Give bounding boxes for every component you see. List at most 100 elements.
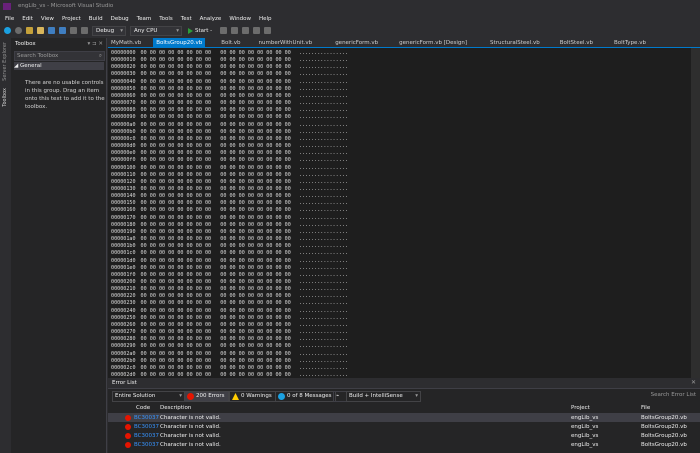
editor-vertical-scrollbar[interactable]	[691, 48, 700, 378]
hex-offset: 000000f0	[111, 157, 136, 164]
start-label: Start -	[195, 27, 213, 34]
hex-offset: 00000220	[111, 293, 136, 300]
chevron-down-icon: ▾	[179, 393, 182, 399]
toolbox-group-general[interactable]: ◢ General	[14, 62, 104, 70]
error-list-titlebar: Error List ✕	[108, 378, 700, 389]
comment-icon[interactable]	[242, 27, 250, 34]
panel-controls-icon[interactable]: ▾ ⊐ ✕	[88, 41, 103, 47]
menu-tools[interactable]: Tools	[159, 16, 173, 22]
toolbox-panel: Toolbox ▾ ⊐ ✕ Search Toolbox ⌕ ◢ General…	[11, 38, 107, 453]
error-project: engLib_vs	[571, 424, 599, 430]
configuration-dropdown[interactable]: Debug ▾	[92, 25, 126, 36]
hex-offset: 00000140	[111, 193, 136, 200]
platform-dropdown[interactable]: Any CPU ▾	[130, 25, 182, 36]
menu-file[interactable]: File	[5, 16, 14, 22]
breakpoint-icon[interactable]	[231, 27, 239, 34]
hex-bytes: 00 00 00 00 00 00 00 00 00 00 00 00 00 0…	[140, 214, 291, 221]
hex-offset: 000000c0	[111, 135, 136, 142]
hex-ascii: ................	[298, 321, 348, 328]
menu-analyze[interactable]: Analyze	[200, 16, 222, 22]
menu-bar: File Edit View Project Build Debug Team …	[0, 13, 700, 24]
column-file[interactable]: File	[641, 405, 650, 411]
column-project[interactable]: Project	[571, 405, 590, 411]
save-all-icon[interactable]	[59, 27, 66, 34]
hex-bytes: 00 00 00 00 00 00 00 00 00 00 00 00 00 0…	[140, 64, 291, 71]
hex-row: 000000e0 00 00 00 00 00 00 00 00 00 00 00…	[111, 150, 348, 157]
error-code[interactable]: BC30037	[134, 432, 159, 440]
hex-ascii: ................	[298, 243, 348, 250]
scope-dropdown[interactable]: Entire Solution ▾	[112, 391, 185, 402]
back-icon[interactable]	[4, 27, 11, 34]
warnings-filter-button[interactable]: 0 Warnings	[229, 391, 276, 402]
chevron-down-icon: ▾	[176, 27, 179, 34]
hex-row: 000000c0 00 00 00 00 00 00 00 00 00 00 00…	[111, 136, 348, 143]
close-icon[interactable]: ✕	[691, 379, 696, 386]
hex-editor[interactable]: 00000000 00 00 00 00 00 00 00 00 00 00 00…	[108, 48, 700, 378]
server-explorer-tab[interactable]: Server Explorer	[2, 42, 8, 81]
hex-offset: 00000130	[111, 185, 136, 192]
hex-ascii: ................	[298, 78, 348, 85]
hex-bytes: 00 00 00 00 00 00 00 00 00 00 00 00 00 0…	[140, 178, 291, 185]
new-project-icon[interactable]	[26, 27, 33, 34]
hex-offset: 00000180	[111, 221, 136, 228]
menu-view[interactable]: View	[41, 16, 54, 22]
column-description[interactable]: Description	[160, 405, 191, 411]
hex-ascii: ................	[298, 336, 348, 343]
error-code[interactable]: BC30037	[134, 441, 159, 449]
menu-build[interactable]: Build	[89, 16, 103, 22]
hex-offset: 000001f0	[111, 271, 136, 278]
open-folder-icon[interactable]	[37, 27, 44, 34]
error-row[interactable]: BC30037 Character is not valid. engLib_vs B…	[108, 414, 700, 422]
error-code[interactable]: BC30037	[134, 423, 159, 431]
save-icon[interactable]	[48, 27, 55, 34]
menu-team[interactable]: Team	[137, 16, 152, 22]
uncomment-icon[interactable]	[253, 27, 261, 34]
menu-edit[interactable]: Edit	[22, 16, 33, 22]
hex-ascii: ................	[298, 286, 348, 293]
menu-help[interactable]: Help	[259, 16, 272, 22]
forward-icon[interactable]	[15, 27, 22, 34]
hex-ascii: ................	[298, 85, 348, 92]
error-row[interactable]: BC30037 Character is not valid. engLib_vs B…	[108, 423, 700, 431]
attach-icon[interactable]	[220, 27, 228, 34]
hex-offset: 00000210	[111, 286, 136, 293]
toolbox-search-input[interactable]: Search Toolbox ⌕	[14, 51, 105, 61]
undo-icon[interactable]	[70, 27, 77, 34]
error-code[interactable]: BC30037	[134, 414, 159, 422]
menu-test[interactable]: Test	[181, 16, 192, 22]
error-project: engLib_vs	[571, 442, 599, 448]
hex-offset: 00000280	[111, 336, 136, 343]
hex-ascii: ................	[298, 264, 348, 271]
bookmark-icon[interactable]	[264, 27, 272, 34]
menu-debug[interactable]: Debug	[111, 16, 129, 22]
filter-icon[interactable]: ⌁	[333, 391, 347, 402]
start-button[interactable]: Start -	[188, 27, 213, 34]
hex-row: 00000020 00 00 00 00 00 00 00 00 00 00 00…	[111, 64, 348, 71]
hex-bytes: 00 00 00 00 00 00 00 00 00 00 00 00 00 0…	[140, 250, 291, 257]
redo-icon[interactable]	[81, 27, 88, 34]
menu-window[interactable]: Window	[229, 16, 251, 22]
toolbox-side-tab[interactable]: Toolbox	[2, 88, 8, 107]
hex-offset: 00000060	[111, 92, 136, 99]
error-file: BoltsGroup20.vb	[641, 442, 687, 448]
error-row[interactable]: BC30037 Character is not valid. engLib_vs B…	[108, 432, 700, 440]
hex-bytes: 00 00 00 00 00 00 00 00 00 00 00 00 00 0…	[140, 78, 291, 85]
build-filter-dropdown[interactable]: Build + IntelliSense ▾	[346, 391, 421, 402]
hex-row: 00000120 00 00 00 00 00 00 00 00 00 00 00…	[111, 179, 348, 186]
error-row[interactable]: BC30037 Character is not valid. engLib_vs B…	[108, 441, 700, 449]
error-list-search-input[interactable]: Search Error List	[628, 391, 696, 400]
error-file: BoltsGroup20.vb	[641, 424, 687, 430]
hex-offset: 00000000	[111, 50, 136, 56]
error-project: engLib_vs	[571, 433, 599, 439]
messages-filter-button[interactable]: 0 of 8 Messages	[275, 391, 336, 402]
error-icon	[187, 393, 194, 400]
hex-row: 00000010 00 00 00 00 00 00 00 00 00 00 00…	[111, 57, 348, 64]
errors-filter-button[interactable]: 200 Errors	[184, 391, 229, 402]
hex-row: 00000060 00 00 00 00 00 00 00 00 00 00 00…	[111, 93, 348, 100]
column-code[interactable]: Code	[136, 405, 150, 411]
hex-row: 00000280 00 00 00 00 00 00 00 00 00 00 00…	[111, 336, 348, 343]
error-description: Character is not valid.	[160, 415, 221, 421]
menu-project[interactable]: Project	[62, 16, 81, 22]
hex-ascii: ................	[298, 200, 348, 207]
hex-ascii: ................	[298, 114, 348, 121]
